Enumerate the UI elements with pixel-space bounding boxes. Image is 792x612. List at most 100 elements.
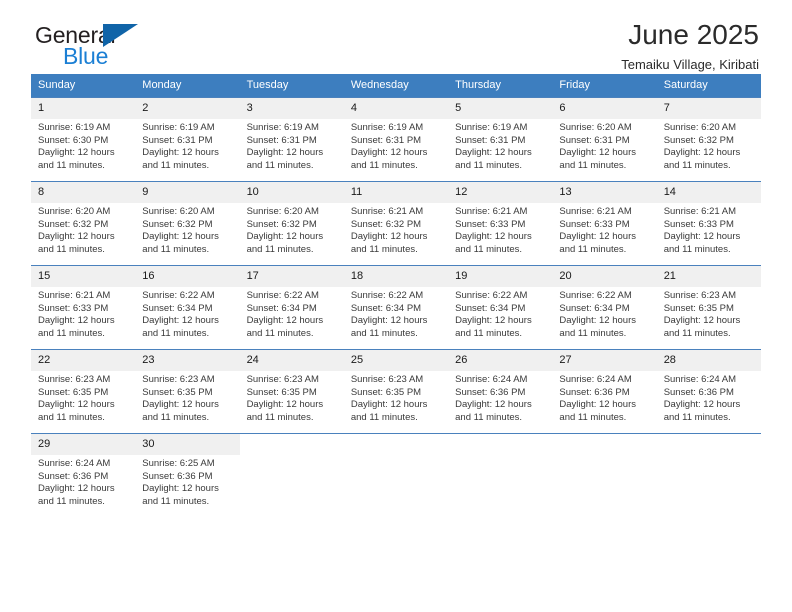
calendar-day-cell[interactable]: 1 Sunrise: 6:19 AM Sunset: 6:30 PM Daylight…	[31, 97, 136, 182]
day-number: 17	[239, 266, 344, 287]
calendar-week-row: 1 Sunrise: 6:19 AM Sunset: 6:30 PM Daylight…	[31, 97, 761, 182]
weekday-header-thursday: Thursday	[448, 74, 553, 98]
day-cell-inner	[239, 434, 344, 517]
calendar-day-cell[interactable]: 5 Sunrise: 6:19 AM Sunset: 6:31 PM Daylight…	[448, 97, 553, 182]
calendar-day-cell[interactable]: 26 Sunrise: 6:24 AM Sunset: 6:36 PM Dayligh…	[448, 349, 553, 434]
calendar-body: 1 Sunrise: 6:19 AM Sunset: 6:30 PM Daylight…	[31, 97, 761, 517]
weekday-header-monday: Monday	[135, 74, 240, 98]
day-details: Sunrise: 6:19 AM Sunset: 6:31 PM Daylight:…	[135, 119, 239, 172]
calendar-day-cell[interactable]: 7 Sunrise: 6:20 AM Sunset: 6:32 PM Daylight…	[656, 97, 761, 182]
calendar-day-cell[interactable]: 6 Sunrise: 6:20 AM Sunset: 6:31 PM Daylight…	[552, 97, 657, 182]
daylight-text-line1: Daylight: 12 hours	[246, 315, 324, 327]
day-details: Sunrise: 6:21 AM Sunset: 6:32 PM Daylight:…	[344, 203, 448, 256]
calendar-day-cell[interactable]: 30 Sunrise: 6:25 AM Sunset: 6:36 PM Dayligh…	[135, 433, 240, 517]
calendar-empty-cell	[448, 433, 553, 517]
daylight-text-line2: and 11 minutes.	[455, 327, 523, 339]
day-cell-inner: 24 Sunrise: 6:23 AM Sunset: 6:35 PM Dayligh…	[239, 350, 344, 433]
calendar-day-cell[interactable]: 11 Sunrise: 6:21 AM Sunset: 6:32 PM Dayligh…	[343, 181, 449, 266]
day-number: 1	[31, 98, 136, 119]
calendar-day-cell[interactable]: 18 Sunrise: 6:22 AM Sunset: 6:34 PM Dayligh…	[343, 265, 449, 350]
calendar-day-cell[interactable]: 9 Sunrise: 6:20 AM Sunset: 6:32 PM Daylight…	[135, 181, 240, 266]
day-details: Sunrise: 6:22 AM Sunset: 6:34 PM Daylight:…	[448, 287, 552, 340]
day-number: 8	[31, 182, 136, 203]
daylight-text-line1: Daylight: 12 hours	[559, 399, 636, 411]
day-cell-inner: 13 Sunrise: 6:21 AM Sunset: 6:33 PM Dayligh…	[552, 182, 657, 265]
day-number: 26	[448, 350, 553, 371]
daylight-text-line1: Daylight: 12 hours	[663, 315, 741, 327]
day-number: 16	[135, 266, 240, 287]
day-number	[343, 434, 449, 455]
sunrise-text: Sunrise: 6:24 AM	[38, 458, 111, 469]
day-details: Sunrise: 6:22 AM Sunset: 6:34 PM Daylight:…	[344, 287, 448, 340]
daylight-text-line2: and 11 minutes.	[350, 327, 418, 339]
sunrise-text: Sunrise: 6:25 AM	[142, 458, 215, 469]
calendar-day-cell[interactable]: 21 Sunrise: 6:23 AM Sunset: 6:35 PM Dayligh…	[656, 265, 761, 350]
sunset-text: Sunset: 6:35 PM	[38, 386, 109, 398]
calendar-day-cell[interactable]: 8 Sunrise: 6:20 AM Sunset: 6:32 PM Daylight…	[31, 181, 136, 266]
day-cell-inner: 19 Sunrise: 6:22 AM Sunset: 6:34 PM Dayligh…	[448, 266, 553, 349]
daylight-text-line2: and 11 minutes.	[246, 411, 314, 423]
calendar-day-cell[interactable]: 29 Sunrise: 6:24 AM Sunset: 6:36 PM Dayligh…	[31, 433, 136, 517]
calendar-day-cell[interactable]: 4 Sunrise: 6:19 AM Sunset: 6:31 PM Daylight…	[343, 97, 449, 182]
day-details: Sunrise: 6:19 AM Sunset: 6:31 PM Daylight:…	[448, 119, 552, 172]
calendar-day-cell[interactable]: 16 Sunrise: 6:22 AM Sunset: 6:34 PM Dayligh…	[135, 265, 240, 350]
day-number: 18	[343, 266, 449, 287]
day-number: 27	[552, 350, 657, 371]
daylight-text-line2: and 11 minutes.	[246, 327, 314, 339]
calendar-day-cell[interactable]: 19 Sunrise: 6:22 AM Sunset: 6:34 PM Dayligh…	[448, 265, 553, 350]
sunrise-text: Sunrise: 6:22 AM	[455, 290, 528, 301]
calendar-day-cell[interactable]: 17 Sunrise: 6:22 AM Sunset: 6:34 PM Dayligh…	[239, 265, 344, 350]
day-cell-inner: 2 Sunrise: 6:19 AM Sunset: 6:31 PM Daylight…	[135, 98, 240, 181]
calendar-day-cell[interactable]: 3 Sunrise: 6:19 AM Sunset: 6:31 PM Daylight…	[239, 97, 344, 182]
daylight-text-line1: Daylight: 12 hours	[455, 315, 532, 327]
daylight-text-line1: Daylight: 12 hours	[142, 399, 219, 411]
sunset-text: Sunset: 6:33 PM	[38, 302, 109, 314]
calendar-day-cell[interactable]: 10 Sunrise: 6:20 AM Sunset: 6:32 PM Dayligh…	[239, 181, 344, 266]
daylight-text-line1: Daylight: 12 hours	[350, 231, 428, 243]
general-blue-logo[interactable]: General Blue	[35, 23, 165, 71]
calendar-day-cell[interactable]: 2 Sunrise: 6:19 AM Sunset: 6:31 PM Daylight…	[135, 97, 240, 182]
calendar-day-cell[interactable]: 28 Sunrise: 6:24 AM Sunset: 6:36 PM Dayligh…	[656, 349, 761, 434]
day-details: Sunrise: 6:21 AM Sunset: 6:33 PM Daylight:…	[552, 203, 656, 256]
calendar-day-cell[interactable]: 13 Sunrise: 6:21 AM Sunset: 6:33 PM Dayligh…	[552, 181, 657, 266]
calendar-day-cell[interactable]: 22 Sunrise: 6:23 AM Sunset: 6:35 PM Dayligh…	[31, 349, 136, 434]
calendar-day-cell[interactable]: 27 Sunrise: 6:24 AM Sunset: 6:36 PM Dayligh…	[552, 349, 657, 434]
daylight-text-line2: and 11 minutes.	[142, 243, 210, 255]
day-cell-inner	[656, 434, 761, 517]
sunrise-text: Sunrise: 6:19 AM	[38, 122, 111, 133]
calendar-day-cell[interactable]: 24 Sunrise: 6:23 AM Sunset: 6:35 PM Dayligh…	[239, 349, 344, 434]
sunset-text: Sunset: 6:31 PM	[246, 134, 317, 146]
calendar-day-cell[interactable]: 14 Sunrise: 6:21 AM Sunset: 6:33 PM Dayligh…	[656, 181, 761, 266]
calendar-day-cell[interactable]: 12 Sunrise: 6:21 AM Sunset: 6:33 PM Dayligh…	[448, 181, 553, 266]
sunrise-text: Sunrise: 6:23 AM	[663, 290, 737, 301]
calendar-week-row: 8 Sunrise: 6:20 AM Sunset: 6:32 PM Daylight…	[31, 181, 761, 266]
day-number: 6	[552, 98, 657, 119]
day-number: 25	[343, 350, 449, 371]
daylight-text-line1: Daylight: 12 hours	[350, 399, 428, 411]
sunset-text: Sunset: 6:33 PM	[663, 218, 734, 230]
sunrise-text: Sunrise: 6:20 AM	[246, 206, 319, 217]
calendar-day-cell[interactable]: 25 Sunrise: 6:23 AM Sunset: 6:35 PM Dayligh…	[343, 349, 449, 434]
sunrise-text: Sunrise: 6:23 AM	[350, 374, 424, 385]
daylight-text-line1: Daylight: 12 hours	[246, 147, 324, 159]
weekday-header-saturday: Saturday	[656, 74, 761, 98]
day-details: Sunrise: 6:23 AM Sunset: 6:35 PM Daylight:…	[135, 371, 239, 424]
page-title: June 2025	[628, 19, 759, 50]
calendar-day-cell[interactable]: 15 Sunrise: 6:21 AM Sunset: 6:33 PM Dayligh…	[31, 265, 136, 350]
weekday-header-wednesday: Wednesday	[343, 74, 449, 98]
day-number	[239, 434, 344, 455]
day-cell-inner: 27 Sunrise: 6:24 AM Sunset: 6:36 PM Dayligh…	[552, 350, 657, 433]
sunset-text: Sunset: 6:35 PM	[246, 386, 317, 398]
day-details: Sunrise: 6:22 AM Sunset: 6:34 PM Daylight:…	[240, 287, 344, 340]
page-header: General Blue June 2025 Temaiku Village, …	[31, 0, 761, 74]
daylight-text-line1: Daylight: 12 hours	[455, 231, 532, 243]
daylight-text-line2: and 11 minutes.	[559, 243, 627, 255]
sunrise-text: Sunrise: 6:20 AM	[663, 122, 737, 133]
daylight-text-line1: Daylight: 12 hours	[350, 147, 428, 159]
calendar-week-row: 29 Sunrise: 6:24 AM Sunset: 6:36 PM Dayligh…	[31, 433, 761, 517]
calendar-day-cell[interactable]: 20 Sunrise: 6:22 AM Sunset: 6:34 PM Dayligh…	[552, 265, 657, 350]
daylight-text-line2: and 11 minutes.	[559, 159, 627, 171]
calendar-header-row: Sunday Monday Tuesday Wednesday Thursday Frid…	[31, 74, 761, 98]
day-number: 24	[239, 350, 344, 371]
calendar-day-cell[interactable]: 23 Sunrise: 6:23 AM Sunset: 6:35 PM Dayligh…	[135, 349, 240, 434]
